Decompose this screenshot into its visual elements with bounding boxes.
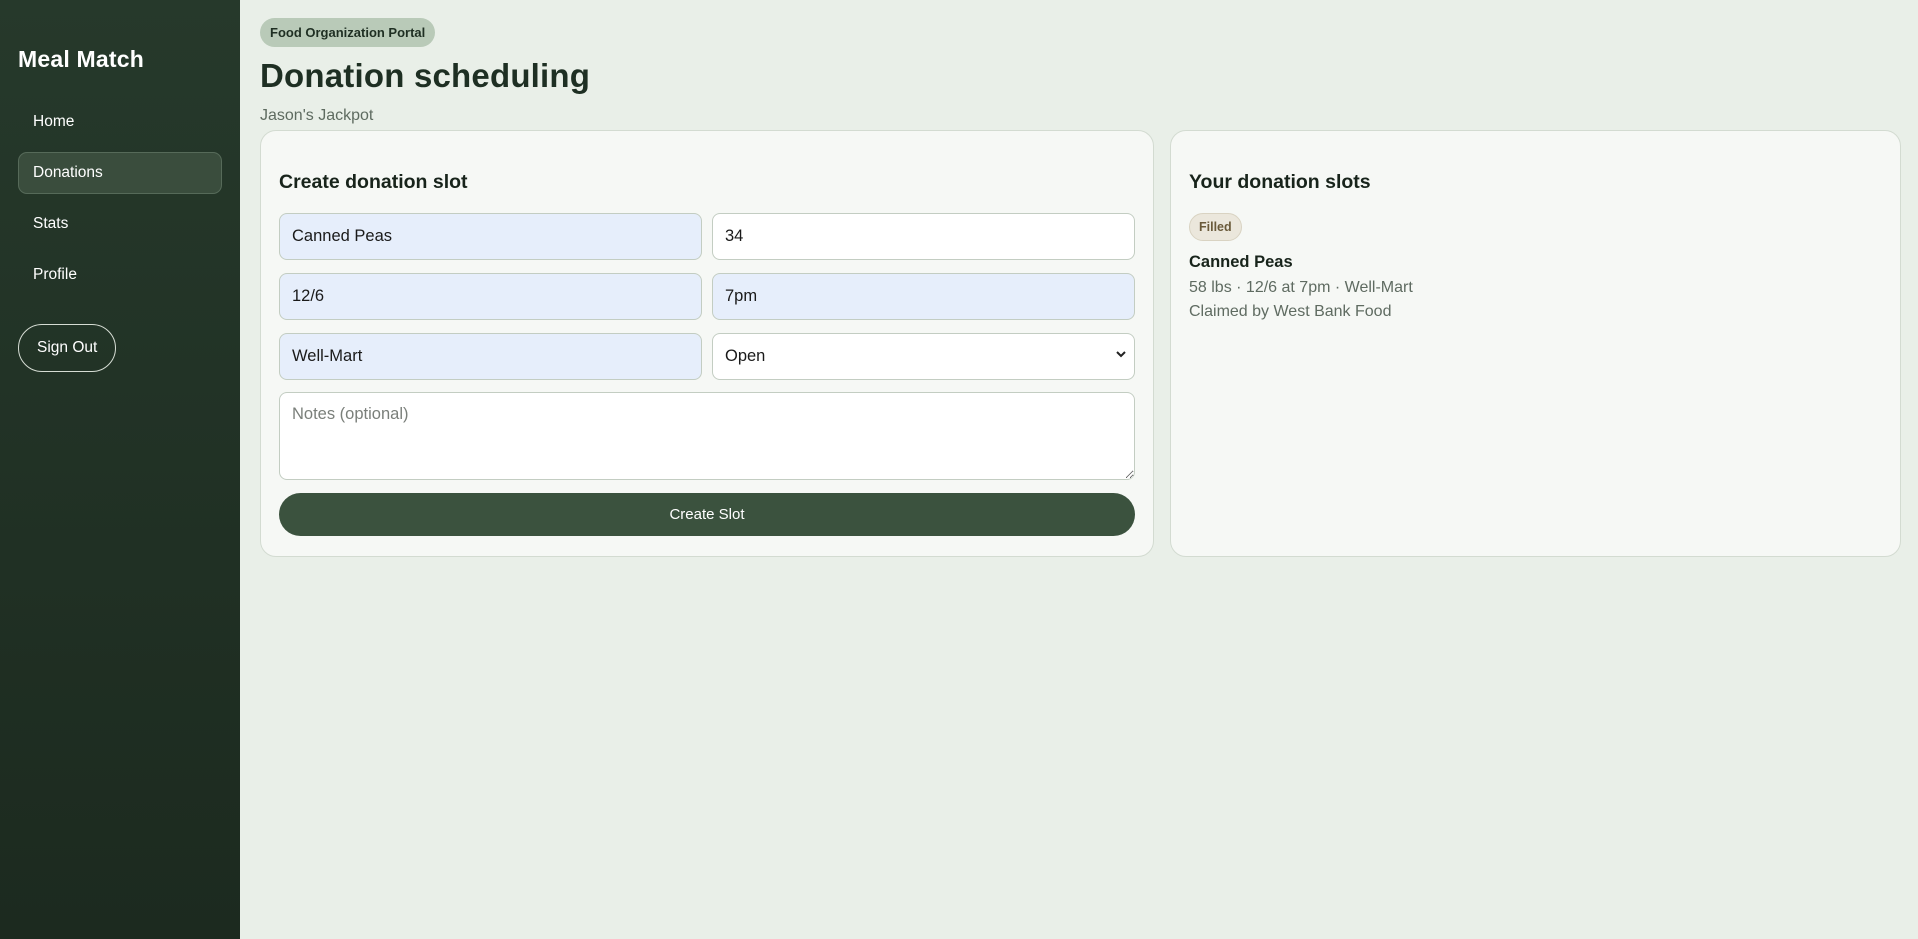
quantity-input[interactable] [712, 213, 1135, 260]
location-input[interactable] [279, 333, 702, 380]
list-item: Filled Canned Peas 58 lbs · 12/6 at 7pm … [1189, 213, 1882, 321]
donation-slots-title: Your donation slots [1189, 171, 1371, 193]
sidebar-item-profile[interactable]: Profile [18, 254, 222, 296]
create-slot-button[interactable]: Create Slot [279, 493, 1135, 536]
slot-claimed-by: Claimed by West Bank Food [1189, 303, 1392, 320]
status-select-value: Open [712, 333, 1135, 380]
donation-slots-card: Your donation slots Filled Canned Peas 5… [1170, 130, 1901, 557]
sidebar-nav: Home Donations Stats Profile [18, 101, 222, 296]
app-root: Meal Match Home Donations Stats Profile … [0, 0, 1918, 939]
page-title: Donation scheduling [260, 57, 591, 94]
panels: Create donation slot Open Create Sl [260, 130, 1901, 557]
slot-details: 58 lbs · 12/6 at 7pm · Well-Mart [1189, 279, 1413, 296]
slot-name: Canned Peas [1189, 253, 1293, 271]
main-content: Food Organization Portal Donation schedu… [240, 0, 1918, 939]
sidebar: Meal Match Home Donations Stats Profile … [0, 0, 240, 939]
create-slot-card: Create donation slot Open Create Sl [260, 130, 1154, 557]
create-slot-form: Open [279, 213, 1135, 380]
create-slot-title: Create donation slot [279, 171, 468, 193]
portal-badge: Food Organization Portal [260, 18, 436, 47]
sidebar-item-stats[interactable]: Stats [18, 203, 222, 245]
status-select[interactable]: Open [712, 333, 1135, 380]
sign-out-button[interactable]: Sign Out [18, 324, 117, 372]
sidebar-item-donations[interactable]: Donations [18, 152, 222, 194]
chevron-down-icon [1115, 348, 1127, 363]
status-badge: Filled [1189, 213, 1242, 241]
sidebar-item-home[interactable]: Home [18, 101, 222, 143]
time-input[interactable] [712, 273, 1135, 320]
organization-name: Jason's Jackpot [260, 107, 374, 124]
item-name-input[interactable] [279, 213, 702, 260]
date-input[interactable] [279, 273, 702, 320]
notes-textarea[interactable] [279, 392, 1135, 480]
brand-logo-text: Meal Match [18, 46, 144, 72]
